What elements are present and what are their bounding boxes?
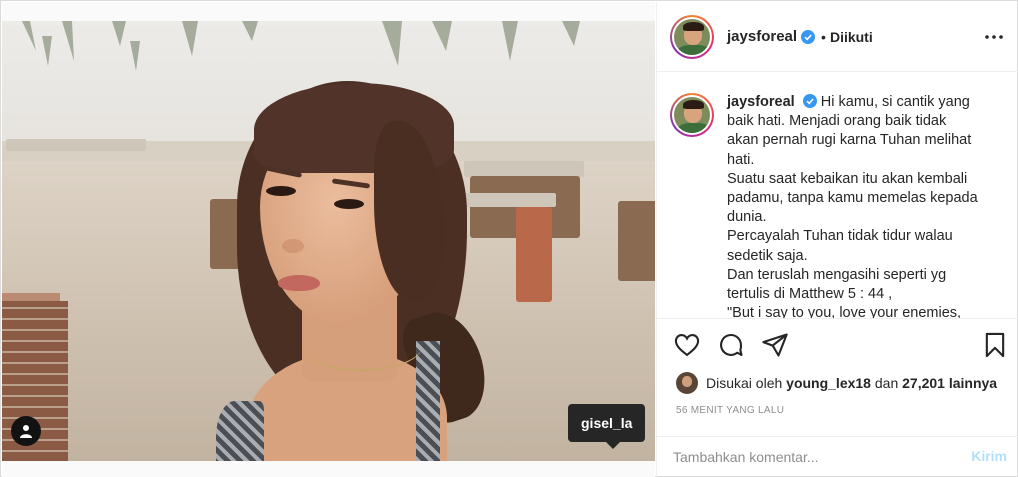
caption-username[interactable]: jaysforeal xyxy=(727,94,795,110)
post-comment-button[interactable]: Kirim xyxy=(971,448,1007,464)
photo-eye-right xyxy=(334,199,364,209)
caption-line: "But i say to you, love your enemies, xyxy=(727,305,962,318)
post-side-panel: jaysforeal • Diikuti jaysforeal Hi kamu,… xyxy=(656,2,1018,477)
author-avatar xyxy=(672,16,712,57)
paper-plane-icon xyxy=(762,333,788,357)
caption-scroll-area[interactable]: jaysforeal Hi kamu, si cantik yang baik … xyxy=(657,73,1018,318)
caption-line: akan pernah rugi karna Tuhan melihat xyxy=(727,132,972,149)
comment-icon xyxy=(720,333,743,356)
like-button[interactable] xyxy=(673,331,701,359)
caption-line: Hi kamu, si cantik yang xyxy=(820,94,970,110)
action-bar: Disukai oleh young_lex18 dan 27,201 lain… xyxy=(657,318,1018,416)
heart-icon xyxy=(674,334,700,357)
more-options-button[interactable] xyxy=(983,26,1005,48)
comment-button[interactable] xyxy=(717,331,745,359)
liker-avatar[interactable] xyxy=(676,372,698,394)
comment-bar: Kirim xyxy=(657,436,1018,477)
caption-text: jaysforeal Hi kamu, si cantik yang baik … xyxy=(727,93,989,318)
photo-bench-center xyxy=(464,193,556,207)
caption-line: tertulis di Matthew 5 : 44 , xyxy=(727,286,893,303)
photo-eye-left xyxy=(266,186,296,196)
save-button[interactable] xyxy=(981,331,1009,359)
bookmark-icon xyxy=(985,332,1005,358)
verified-badge-icon xyxy=(801,29,816,44)
comment-input[interactable] xyxy=(673,445,953,469)
caption-row: jaysforeal Hi kamu, si cantik yang baik … xyxy=(670,93,1003,318)
person-icon xyxy=(20,425,32,438)
photo-table-left xyxy=(6,139,146,151)
photo-leaves xyxy=(22,21,580,71)
photo-clothing-left xyxy=(216,401,264,461)
liker-username[interactable]: young_lex18 xyxy=(786,375,871,391)
follow-state-button[interactable]: Diikuti xyxy=(830,29,873,45)
caption-line: Percayalah Tuhan tidak tidur walau xyxy=(727,228,953,245)
author-avatar-ring[interactable] xyxy=(670,14,714,59)
caption-avatar xyxy=(672,95,712,135)
tagged-users-button[interactable] xyxy=(11,416,41,446)
verified-badge-icon xyxy=(802,94,817,108)
share-button[interactable] xyxy=(761,331,789,359)
photo-nose xyxy=(282,239,304,253)
post-dialog: gisel_la jaysforeal • Diikuti jaysforeal… xyxy=(0,0,1018,477)
caption-line: Suatu saat kebaikan itu akan kembali xyxy=(727,170,968,187)
likes-summary: Disukai oleh young_lex18 dan 27,201 lain… xyxy=(676,372,997,394)
caption-line: dunia. xyxy=(727,209,767,226)
more-horizontal-icon xyxy=(985,35,1003,39)
post-timestamp[interactable]: 56 MENIT YANG LALU xyxy=(676,405,784,416)
photo-clothing-right xyxy=(416,341,440,461)
likes-prefix: Disukai oleh xyxy=(706,375,783,391)
post-header: jaysforeal • Diikuti xyxy=(657,2,1018,72)
photo-top-margin xyxy=(2,2,655,21)
caption-avatar-ring[interactable] xyxy=(670,93,714,137)
author-username[interactable]: jaysforeal xyxy=(727,28,797,45)
photo-bottom-margin xyxy=(2,461,655,477)
caption-line: hati. xyxy=(727,151,755,168)
caption-line: sedetik saja. xyxy=(727,247,808,264)
photo-stool-right xyxy=(618,201,655,281)
caption-line: Dan teruslah mengasihi seperti yg xyxy=(727,266,947,283)
photo-necklace xyxy=(302,321,422,371)
likes-count-link[interactable]: 27,201 lainnya xyxy=(902,375,997,391)
caption-line: baik hati. Menjadi orang baik tidak xyxy=(727,113,947,130)
likes-connector: dan xyxy=(874,375,899,391)
photo-bench-leg xyxy=(516,207,552,302)
photo-table-right-top xyxy=(464,161,584,177)
photo-lips xyxy=(278,275,320,291)
post-photo[interactable] xyxy=(2,21,655,461)
header-separator: • xyxy=(821,28,826,45)
caption-line: padamu, tanpa kamu memelas kepada xyxy=(727,190,978,207)
photo-user-tag[interactable]: gisel_la xyxy=(568,404,646,449)
